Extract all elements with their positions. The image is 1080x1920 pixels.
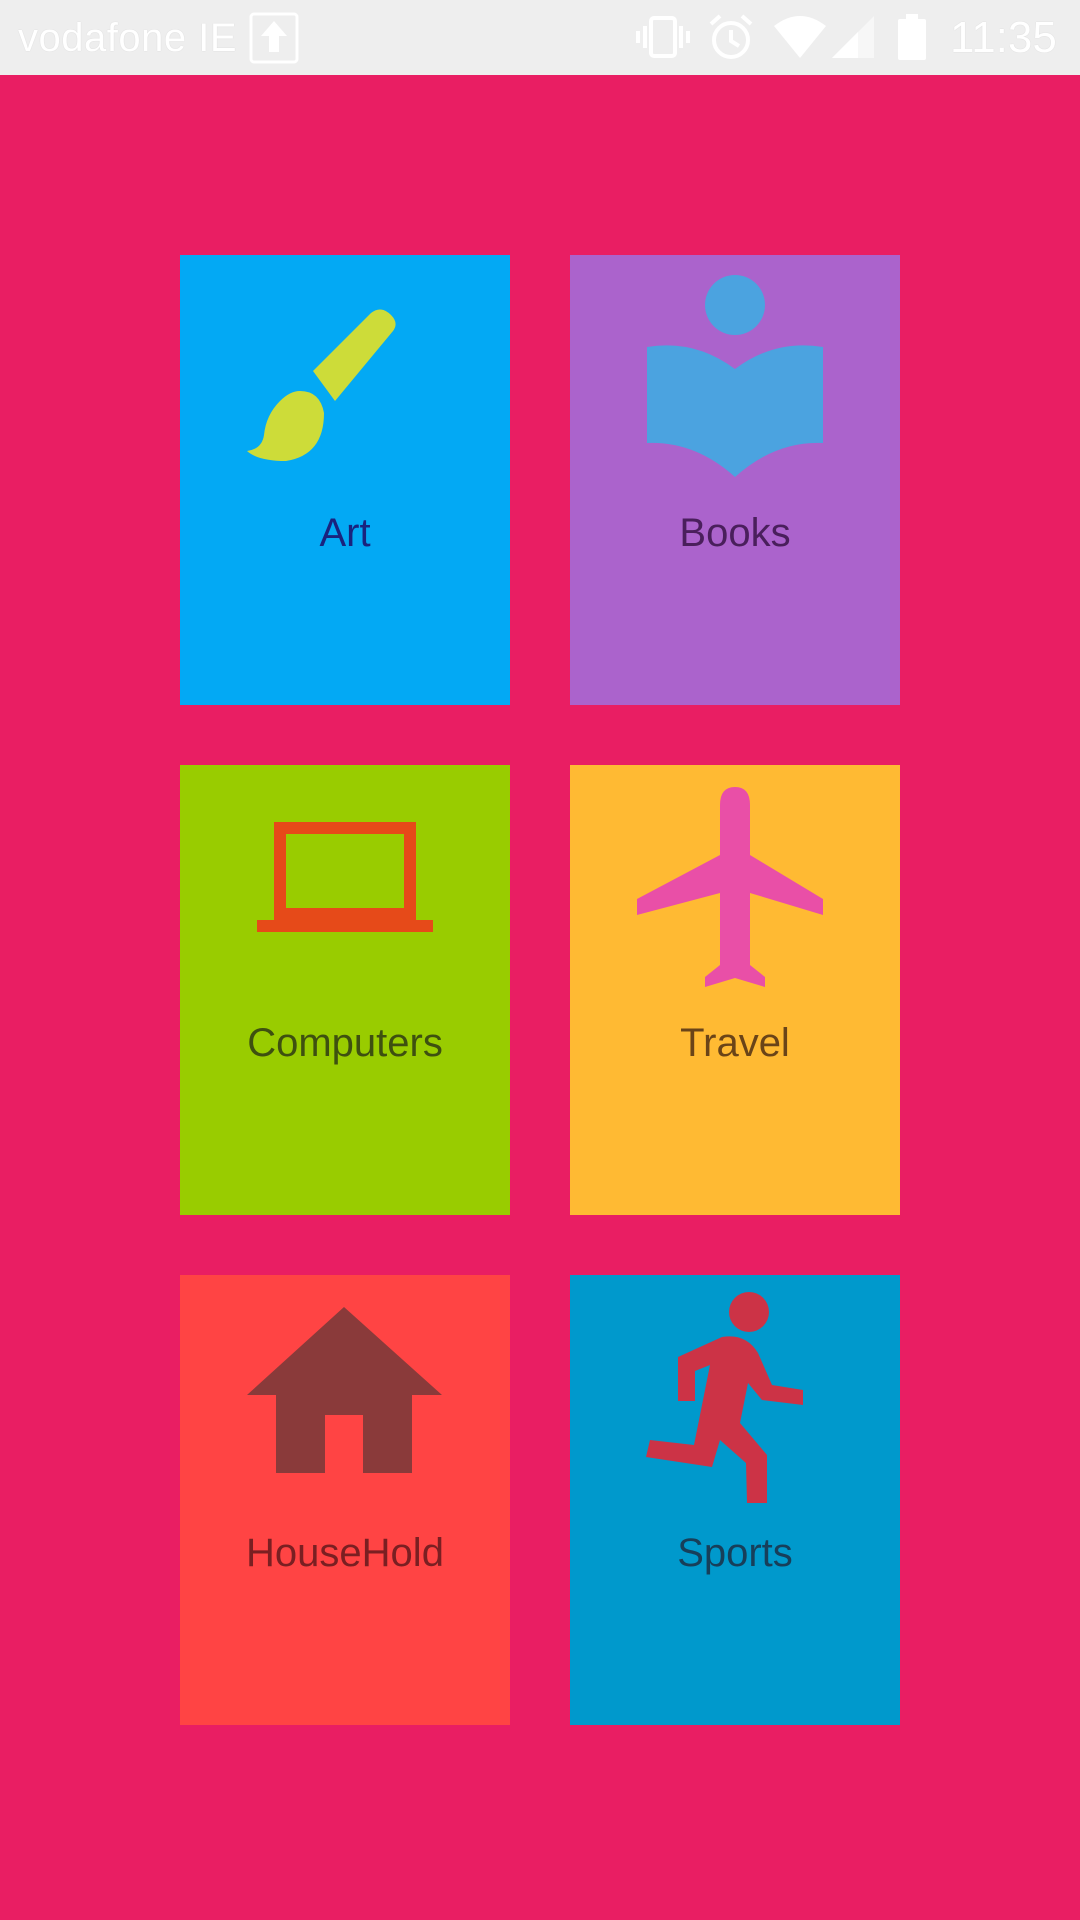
category-label: Books: [679, 511, 791, 555]
category-label: HouseHold: [246, 1531, 444, 1575]
category-tile-household[interactable]: HouseHold: [180, 1275, 510, 1725]
laptop-icon: [257, 822, 433, 932]
status-bar: vodafone IE 11:35: [0, 0, 1080, 75]
house-icon: [247, 1307, 442, 1473]
signal-icon: [832, 16, 874, 58]
alarm-icon: [709, 14, 753, 59]
airplane-icon: [637, 787, 823, 987]
category-label: Computers: [247, 1021, 443, 1065]
category-tile-computers[interactable]: Computers: [180, 765, 510, 1215]
runner-icon: [646, 1292, 803, 1503]
carrier-name: vodafone IE: [18, 16, 237, 60]
book-reader-icon: [647, 275, 823, 477]
vibrate-icon: [636, 16, 690, 58]
category-tile-art[interactable]: Art: [180, 255, 510, 705]
paintbrush-icon: [247, 309, 396, 461]
category-label: Sports: [677, 1531, 793, 1575]
wifi-icon: [774, 16, 826, 58]
category-label: Art: [319, 511, 371, 555]
category-tile-sports[interactable]: Sports: [570, 1275, 900, 1725]
upload-icon: [249, 12, 299, 64]
category-label: Travel: [680, 1021, 790, 1065]
battery-icon: [898, 14, 926, 60]
category-tile-books[interactable]: Books: [570, 255, 900, 705]
category-tile-travel[interactable]: Travel: [570, 765, 900, 1215]
clock: 11:35: [950, 13, 1057, 62]
